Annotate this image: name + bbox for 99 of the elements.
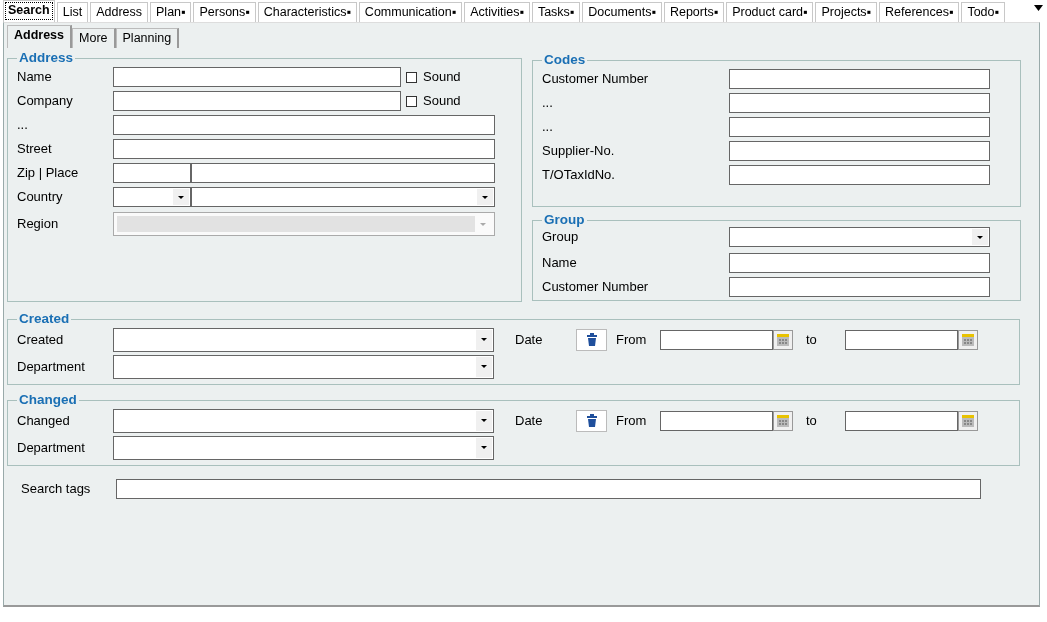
field-label: Company [17, 92, 74, 111]
tab[interactable]: Planning [115, 28, 180, 48]
input-field[interactable] [113, 67, 401, 87]
field-label: Name [17, 68, 53, 87]
dropdown-field[interactable] [191, 187, 495, 207]
caret-icon [977, 235, 983, 239]
input-field[interactable] [116, 479, 981, 499]
field-label: ... [542, 118, 554, 137]
field-label: From [616, 330, 648, 349]
tab[interactable]: Communication▪ [358, 2, 463, 22]
tab[interactable]: Search [3, 0, 55, 22]
field-label: Changed [17, 411, 71, 430]
checkbox-label: Sound [423, 92, 461, 111]
group-title: Created [18, 312, 71, 326]
calendar-icon [777, 414, 789, 427]
tab[interactable]: Address [7, 25, 73, 48]
tab[interactable]: More [72, 28, 116, 48]
trash-icon [586, 414, 597, 427]
tab[interactable]: Tasks▪ [531, 2, 581, 22]
caret-icon [482, 195, 488, 199]
field-label: Street [17, 140, 53, 159]
caret-icon [480, 222, 486, 226]
tab[interactable]: Documents▪ [582, 2, 662, 22]
field-label: Department [17, 357, 86, 376]
dropdown-field[interactable] [113, 354, 494, 379]
calendar-button[interactable] [958, 410, 978, 431]
input-field[interactable] [729, 141, 990, 161]
caret-icon [481, 338, 487, 341]
calendar-icon [777, 333, 789, 346]
caret-icon [481, 419, 487, 422]
tab[interactable]: List [56, 2, 89, 22]
field-label: to [806, 330, 818, 349]
tab[interactable]: References▪ [879, 2, 960, 22]
caret-icon [481, 365, 487, 368]
dropdown-field[interactable] [729, 227, 990, 247]
input-field[interactable] [729, 69, 990, 89]
caret-icon[interactable] [1034, 5, 1043, 11]
date-field[interactable] [845, 410, 958, 431]
calendar-button[interactable] [773, 410, 793, 431]
tab[interactable]: Address [90, 2, 148, 22]
checkbox[interactable] [406, 71, 417, 83]
tab[interactable]: Projects▪ [815, 2, 878, 22]
field-label: ... [17, 116, 29, 135]
group-title: Codes [543, 53, 587, 67]
input-field[interactable] [191, 163, 495, 183]
field-label: Created [17, 330, 65, 349]
date-field[interactable] [845, 329, 958, 350]
input-field[interactable] [729, 277, 990, 297]
field-label: Customer Number [542, 278, 650, 297]
date-field[interactable] [660, 329, 773, 350]
dropdown-field[interactable] [113, 435, 494, 460]
field-label: Group [542, 228, 580, 247]
group-title: Group [543, 213, 586, 227]
dropdown-field[interactable] [113, 408, 494, 433]
input-field[interactable] [113, 91, 401, 111]
field-label: Customer Number [542, 70, 650, 89]
field-label: T/OTaxIdNo. [542, 166, 616, 185]
tab[interactable]: Characteristics▪ [257, 2, 357, 22]
field-label: Department [17, 438, 86, 457]
field-label: Region [17, 215, 60, 234]
caret-icon [481, 446, 487, 449]
input-field[interactable] [113, 163, 191, 183]
field-label: Date [515, 411, 544, 430]
field-label: ... [542, 94, 554, 113]
input-field[interactable] [113, 115, 495, 135]
field-label: Search tags [21, 480, 92, 499]
dropdown-field[interactable] [113, 327, 494, 352]
field-label: From [616, 411, 648, 430]
dropdown-field[interactable] [113, 187, 191, 207]
clear-button[interactable] [576, 409, 607, 432]
date-field[interactable] [660, 410, 773, 431]
calendar-icon [962, 414, 974, 427]
tab[interactable]: Activities▪ [464, 2, 530, 22]
tab[interactable]: Todo▪ [961, 2, 1005, 22]
calendar-button[interactable] [773, 329, 793, 350]
checkbox-label: Sound [423, 68, 461, 87]
input-field[interactable] [729, 165, 990, 185]
group-title: Changed [18, 393, 78, 407]
checkbox[interactable] [406, 95, 417, 107]
field-label: Supplier-No. [542, 142, 616, 161]
input-field[interactable] [729, 253, 990, 273]
calendar-icon [962, 333, 974, 346]
field-label: Country [17, 188, 64, 207]
caret-icon [178, 195, 184, 199]
field-label: Date [515, 330, 544, 349]
field-label: to [806, 411, 818, 430]
field-label: Zip | Place [17, 164, 80, 183]
group-title: Address [18, 51, 75, 65]
field-label: Name [542, 254, 578, 273]
calendar-button[interactable] [958, 329, 978, 350]
input-field[interactable] [729, 117, 990, 137]
trash-icon [586, 333, 597, 346]
tab[interactable]: Product card▪ [726, 2, 814, 22]
clear-button[interactable] [576, 328, 607, 351]
input-field[interactable] [729, 93, 990, 113]
tab[interactable]: Persons▪ [193, 2, 256, 22]
tab[interactable]: Reports▪ [663, 2, 725, 22]
tab[interactable]: Plan▪ [150, 2, 192, 22]
input-field[interactable] [113, 139, 495, 159]
